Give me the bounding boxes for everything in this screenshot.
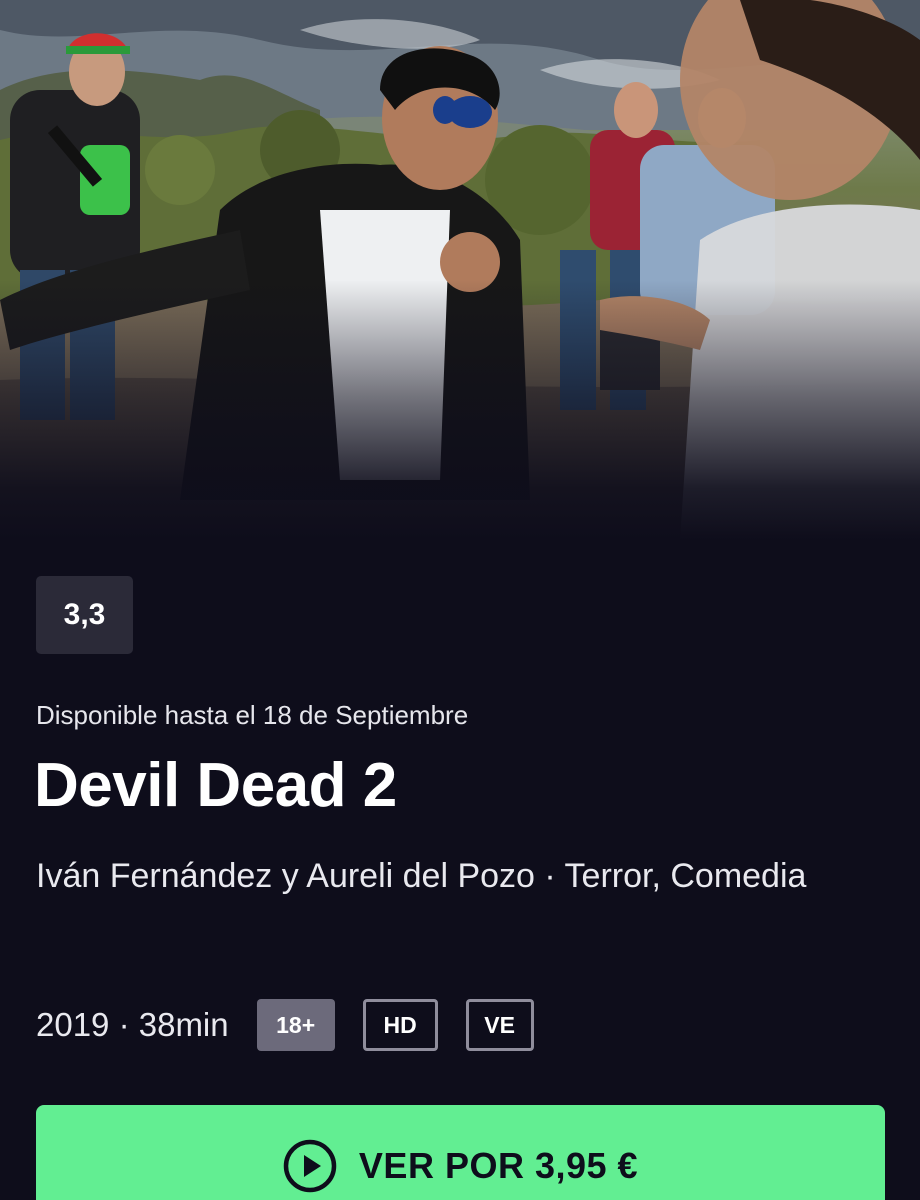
year-duration: 2019 · 38min	[36, 1006, 229, 1043]
availability-text: Disponible hasta el 18 de Septiembre	[36, 700, 469, 730]
ve-badge: VE	[465, 999, 534, 1051]
movie-still-image	[0, 0, 920, 540]
movie-detail-screen: 3,3 Disponible hasta el 18 de Septiembre…	[0, 0, 920, 1200]
watch-rent-button-content: VER POR 3,95 €	[283, 1139, 638, 1193]
hero-gradient-overlay	[0, 280, 920, 540]
watch-rent-button[interactable]: VER POR 3,95 €	[36, 1105, 885, 1200]
movie-meta-row: 2019 · 38min 18+ HD VE	[36, 998, 562, 1052]
rating-score: 3,3	[63, 598, 106, 631]
hd-badge: HD	[362, 999, 438, 1051]
movie-credits-genres: Iván Fernández y Aureli del Pozo · Terro…	[36, 857, 807, 895]
age-rating-badge: 18+	[256, 999, 335, 1051]
play-circle-icon	[283, 1139, 337, 1193]
movie-title: Devil Dead 2	[34, 751, 397, 820]
watch-rent-label: VER POR 3,95 €	[358, 1145, 639, 1186]
rating-badge: 3,3	[36, 576, 133, 654]
